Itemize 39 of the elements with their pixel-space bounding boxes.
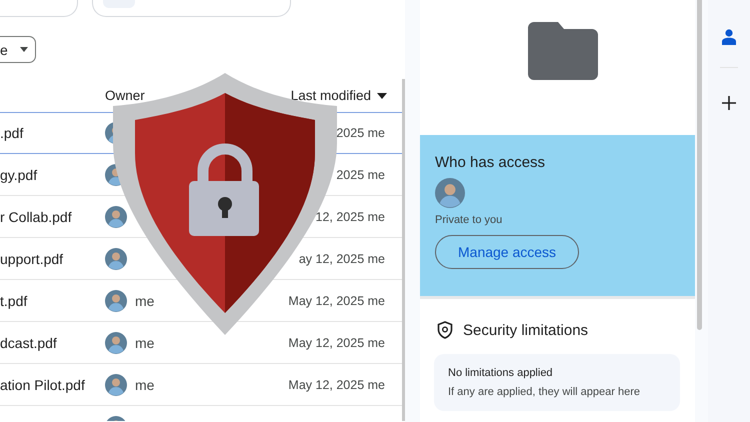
file-name: ation Pilot.pdf [0, 376, 85, 392]
modified-date: May 12, 2025 me [288, 294, 385, 308]
modified-date: 2025 me [336, 168, 385, 182]
avatar-icon [105, 332, 127, 354]
modified-date: ay 12, 2025 me [298, 252, 385, 266]
modified-date: 12, 2025 me [316, 210, 385, 224]
card-text: If any are applied, they will appear here [448, 386, 642, 398]
access-note: Private to you [435, 214, 504, 226]
folder-icon [528, 22, 598, 80]
file-name: r Collab.pdf [0, 208, 72, 224]
card-title: No limitations applied [448, 367, 554, 379]
file-name: dcast.pdf [0, 334, 57, 350]
modified-date: May 12, 2025 me [288, 378, 385, 392]
caret-icon [20, 47, 28, 52]
caret-icon[interactable] [377, 92, 387, 98]
filter-chip[interactable]: e [0, 36, 36, 63]
file-row[interactable]: ation Pilot.pdf me May 12, 2025 me [0, 364, 402, 406]
owner-name: me [135, 292, 154, 308]
owner-name: me [135, 376, 154, 392]
column-header[interactable]: Last modified [290, 88, 371, 103]
file-name: gy.pdf [0, 166, 38, 182]
avatar-icon [105, 290, 127, 312]
avatar-icon [105, 374, 127, 396]
person-icon[interactable] [722, 29, 736, 45]
file-name: t.pdf [0, 292, 28, 308]
column-header[interactable]: Owner [105, 88, 145, 103]
avatar-icon [435, 178, 465, 208]
owner-name: me [135, 334, 154, 350]
section-title: Who has access [435, 154, 546, 171]
shield-icon [437, 321, 453, 339]
avatar-icon [105, 206, 127, 228]
add-icon[interactable] [722, 96, 736, 110]
manage-access-button[interactable]: Manage access [435, 235, 580, 269]
section-title: Security limitations [463, 322, 588, 338]
file-name: upport.pdf [0, 250, 64, 266]
file-name: .pdf [0, 125, 24, 141]
modified-date: 2025 me [336, 126, 385, 140]
modified-date: May 12, 2025 me [288, 336, 385, 350]
avatar-icon [105, 248, 127, 270]
